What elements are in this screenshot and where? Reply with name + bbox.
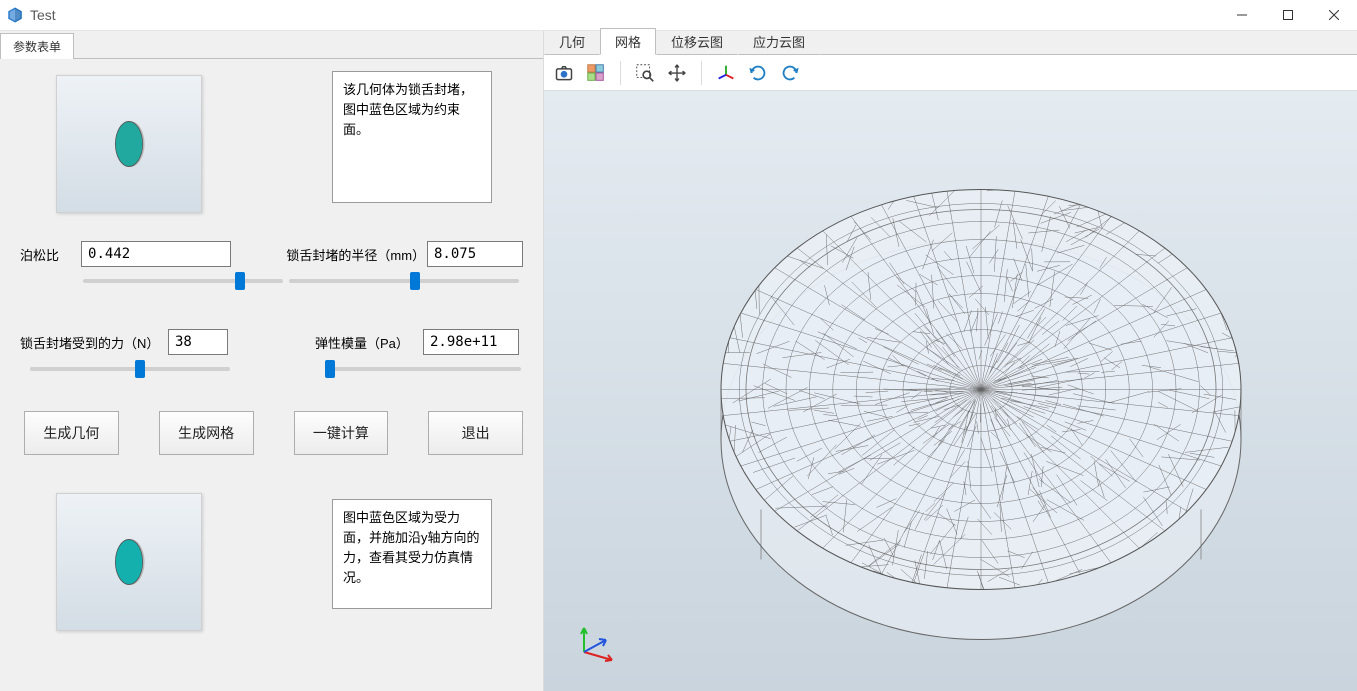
poisson-slider[interactable]	[83, 279, 283, 283]
parameter-panel: 参数表单 该几何体为锁舌封堵，图中蓝色区域为约束面。 泊松比	[0, 31, 544, 691]
radius-label: 锁舌封堵的半径（mm）	[286, 245, 419, 264]
tab-geometry[interactable]: 几何	[544, 28, 600, 55]
window-controls	[1219, 0, 1357, 31]
rotate-ccw-icon[interactable]	[744, 59, 772, 87]
axis-triad-icon[interactable]	[712, 59, 740, 87]
force-slider[interactable]	[30, 367, 230, 371]
mesh-render	[641, 130, 1261, 653]
radius-input[interactable]	[427, 241, 523, 267]
window-title: Test	[30, 7, 56, 23]
camera-icon[interactable]	[550, 59, 578, 87]
poisson-label: 泊松比	[20, 245, 73, 264]
constraint-thumbnail	[56, 75, 202, 213]
force-thumbnail	[56, 493, 202, 631]
calculate-button[interactable]: 一键计算	[294, 411, 389, 455]
generate-mesh-button[interactable]: 生成网格	[159, 411, 254, 455]
force-input[interactable]	[168, 329, 228, 355]
title-bar: Test	[0, 0, 1357, 31]
exit-button[interactable]: 退出	[428, 411, 523, 455]
axis-triad	[572, 616, 620, 667]
panel-tab-params[interactable]: 参数表单	[0, 33, 74, 59]
generate-geometry-button[interactable]: 生成几何	[24, 411, 119, 455]
radius-slider[interactable]	[289, 279, 519, 283]
rotate-cw-icon[interactable]	[776, 59, 804, 87]
force-note: 图中蓝色区域为受力面，并施加沿y轴方向的力，查看其受力仿真情况。	[332, 499, 492, 609]
zoom-area-icon[interactable]	[631, 59, 659, 87]
viewport-panel: 几何 网格 位移云图 应力云图	[544, 31, 1357, 691]
modulus-input[interactable]	[423, 329, 519, 355]
viewport-3d[interactable]	[544, 91, 1357, 691]
close-button[interactable]	[1311, 0, 1357, 31]
constraint-note: 该几何体为锁舌封堵，图中蓝色区域为约束面。	[332, 71, 492, 203]
app-icon	[6, 6, 24, 24]
minimize-button[interactable]	[1219, 0, 1265, 31]
maximize-button[interactable]	[1265, 0, 1311, 31]
modulus-slider[interactable]	[325, 367, 521, 371]
modulus-label: 弹性模量（Pa）	[315, 333, 415, 352]
force-label: 锁舌封堵受到的力（N）	[20, 333, 160, 352]
tab-displacement[interactable]: 位移云图	[656, 28, 738, 55]
viewport-toolbar	[544, 55, 1357, 91]
selection-icon[interactable]	[582, 59, 610, 87]
tab-stress[interactable]: 应力云图	[738, 28, 820, 55]
tab-mesh[interactable]: 网格	[600, 28, 656, 55]
pan-icon[interactable]	[663, 59, 691, 87]
poisson-input[interactable]	[81, 241, 231, 267]
